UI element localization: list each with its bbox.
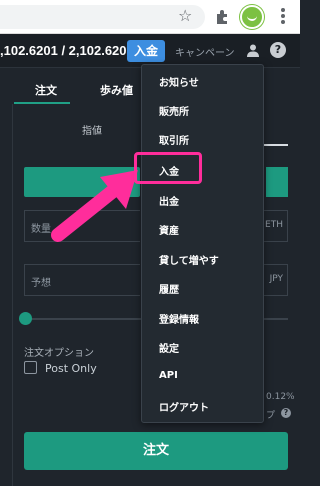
menu-item-exchange-sales[interactable]: 販売所 bbox=[159, 103, 189, 118]
menu-item-assets[interactable]: 資産 bbox=[159, 222, 179, 237]
subtab-indicator bbox=[262, 144, 288, 146]
menu-item-logout[interactable]: ログアウト bbox=[159, 399, 209, 414]
browser-toolbar: ☆ bbox=[0, 0, 300, 34]
tab-order[interactable]: 注文 bbox=[35, 82, 57, 98]
fee-label: プ bbox=[266, 411, 276, 421]
estimate-field-end[interactable]: JPY bbox=[262, 264, 288, 296]
post-only-label[interactable]: Post Only bbox=[45, 362, 97, 375]
tab-trades[interactable]: 歩み値 bbox=[100, 82, 133, 98]
active-tab-indicator bbox=[14, 102, 70, 104]
quantity-unit: ETH bbox=[265, 220, 283, 230]
post-only-checkbox[interactable] bbox=[24, 361, 37, 374]
fee-help-icon[interactable]: ? bbox=[281, 408, 291, 418]
menu-item-api[interactable]: API bbox=[159, 370, 178, 381]
account-dropdown-menu: お知らせ 販売所 取引所 入金 出金 資産 貸して増やす 履歴 登録情報 設定 … bbox=[141, 64, 264, 423]
menu-item-news[interactable]: お知らせ bbox=[159, 74, 199, 89]
app-header: ,102.6201 / 2,102.6201 入金 キャンペーン ? bbox=[0, 34, 300, 68]
puzzle-icon[interactable] bbox=[214, 8, 232, 26]
quantity-field-end[interactable]: ETH bbox=[262, 210, 288, 242]
menu-item-lending[interactable]: 貸して増やす bbox=[159, 252, 219, 267]
help-icon[interactable]: ? bbox=[270, 42, 286, 58]
buy-toggle-button-edge[interactable] bbox=[266, 167, 288, 197]
estimate-field[interactable]: 予想 bbox=[24, 264, 140, 296]
menu-item-history[interactable]: 履歴 bbox=[159, 281, 179, 296]
kebab-menu-icon[interactable] bbox=[280, 6, 286, 26]
fee-rate: 0.12% bbox=[266, 392, 295, 402]
order-options-label: 注文オプション bbox=[24, 348, 94, 359]
star-icon[interactable]: ☆ bbox=[178, 6, 192, 25]
menu-item-profile[interactable]: 登録情報 bbox=[159, 311, 199, 326]
estimate-label: 予想 bbox=[31, 278, 51, 289]
submit-order-button[interactable]: 注文 bbox=[24, 432, 288, 470]
panel-border bbox=[12, 70, 13, 486]
arrow-icon bbox=[51, 170, 138, 242]
address-bar[interactable] bbox=[0, 5, 205, 29]
menu-item-settings[interactable]: 設定 bbox=[159, 340, 179, 355]
campaign-link[interactable]: キャンペーン bbox=[175, 44, 235, 59]
profile-avatar-icon[interactable] bbox=[240, 5, 264, 29]
amount-slider-handle[interactable] bbox=[19, 312, 32, 325]
deposit-button[interactable]: 入金 bbox=[127, 40, 165, 62]
price-ticker: ,102.6201 / 2,102.6201 bbox=[0, 43, 134, 58]
menu-item-exchange[interactable]: 取引所 bbox=[159, 132, 189, 147]
tab-limit[interactable]: 指値 bbox=[82, 122, 102, 137]
menu-item-withdraw[interactable]: 出金 bbox=[159, 193, 179, 208]
user-icon[interactable] bbox=[247, 44, 259, 57]
estimate-unit: JPY bbox=[269, 274, 283, 284]
deposit-highlight-box bbox=[134, 152, 202, 184]
